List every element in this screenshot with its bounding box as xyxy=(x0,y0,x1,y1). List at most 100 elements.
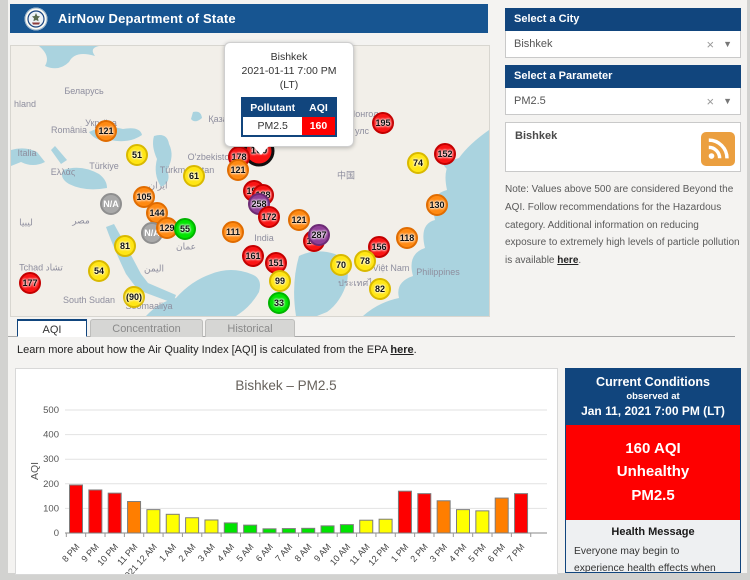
chart-bar[interactable] xyxy=(457,510,470,533)
map-marker[interactable]: 195 xyxy=(372,112,394,134)
popup-table: Pollutant AQI PM2.5 160 xyxy=(241,97,337,137)
x-tick-label: 6 PM xyxy=(486,542,507,564)
x-tick-label: 10 PM xyxy=(95,542,120,568)
chart-bar[interactable] xyxy=(282,529,295,533)
popup-aqi-value: 160 xyxy=(302,117,336,136)
parameter-select[interactable]: PM2.5 × ▼ xyxy=(505,88,741,115)
popup-tail xyxy=(253,146,269,155)
city-select-widget: Select a City Bishkek × ▼ xyxy=(505,8,741,58)
x-tick-label: 7 PM xyxy=(505,542,526,564)
map-marker[interactable]: N/A xyxy=(100,193,122,215)
tab-concentration[interactable]: Concentration xyxy=(90,319,203,337)
map-marker[interactable]: 55 xyxy=(174,218,196,240)
map-marker[interactable]: 81 xyxy=(114,235,136,257)
x-tick-label: 8 AM xyxy=(293,542,314,564)
map-marker[interactable]: 287 xyxy=(308,224,330,246)
y-tick-label: 0 xyxy=(54,528,59,539)
observation-datetime: Jan 11, 2021 7:00 PM (LT) xyxy=(568,404,738,418)
chart-bar[interactable] xyxy=(495,498,508,533)
x-tick-label: 1 PM xyxy=(389,542,410,564)
rss-glyph xyxy=(705,136,731,162)
map-marker[interactable]: 78 xyxy=(354,250,376,272)
popup-city: Bishkek xyxy=(225,50,353,64)
map-marker[interactable]: 99 xyxy=(269,270,291,292)
x-tick-label: 3 AM xyxy=(196,542,217,564)
map-marker[interactable]: 74 xyxy=(407,152,429,174)
map-marker[interactable]: 51 xyxy=(126,144,148,166)
chart-bar[interactable] xyxy=(321,526,334,533)
map-marker[interactable]: 172 xyxy=(258,206,280,228)
chart-bar[interactable] xyxy=(263,529,276,533)
city-select[interactable]: Bishkek × ▼ xyxy=(505,31,741,58)
map-marker[interactable]: 177 xyxy=(19,272,41,294)
note-text: Note: Values above 500 are considered Be… xyxy=(505,181,742,270)
note-here-link[interactable]: here xyxy=(557,255,578,266)
x-tick-label: 4 PM xyxy=(447,542,468,564)
chart-bar[interactable] xyxy=(360,520,373,533)
chart-bar[interactable] xyxy=(147,510,160,533)
chart-bar[interactable] xyxy=(302,528,315,533)
clear-icon[interactable]: × xyxy=(706,94,714,109)
current-conditions-title: Current Conditions xyxy=(568,375,738,389)
map-marker[interactable]: 118 xyxy=(396,227,418,249)
aqi-bar-chart: 01002003004005008 PM9 PM10 PM11 PMJan 11… xyxy=(16,369,557,574)
chart-bar[interactable] xyxy=(128,502,141,533)
map-marker[interactable]: (90) xyxy=(123,286,145,308)
map-marker[interactable]: 33 xyxy=(268,292,290,314)
rss-feed-box: Bishkek xyxy=(505,122,741,172)
map-marker[interactable]: 121 xyxy=(95,120,117,142)
map-marker[interactable]: 130 xyxy=(426,194,448,216)
chart-bar[interactable] xyxy=(166,514,179,533)
popup-col-pollutant: Pollutant xyxy=(242,98,302,117)
city-select-label: Select a City xyxy=(505,8,741,31)
aqi-category: Unhealthy xyxy=(566,460,740,483)
map-marker[interactable]: 111 xyxy=(222,221,244,243)
observed-at-label: observed at xyxy=(568,391,738,402)
chart-bar[interactable] xyxy=(515,494,528,533)
chart-bar[interactable] xyxy=(224,523,237,533)
x-tick-label: 8 PM xyxy=(60,542,81,564)
aqi-status-block: 160 AQI Unhealthy PM2.5 xyxy=(566,425,740,520)
rss-icon[interactable] xyxy=(701,132,735,166)
note-body: Note: Values above 500 are considered Be… xyxy=(505,184,740,266)
aqi-chart: 01002003004005008 PM9 PM10 PM11 PMJan 11… xyxy=(15,368,558,575)
chart-bar[interactable] xyxy=(89,490,102,533)
chart-bar[interactable] xyxy=(398,491,411,533)
chevron-down-icon[interactable]: ▼ xyxy=(723,39,732,49)
map-marker[interactable]: 54 xyxy=(88,260,110,282)
tab-historical[interactable]: Historical xyxy=(205,319,295,337)
tab-aqi[interactable]: AQI xyxy=(17,319,87,337)
learn-more-body: Learn more about how the Air Quality Ind… xyxy=(17,344,390,356)
x-tick-label: 12 PM xyxy=(366,542,391,568)
map-marker[interactable]: 61 xyxy=(183,165,205,187)
chart-bar[interactable] xyxy=(476,511,489,533)
map-marker[interactable]: 82 xyxy=(369,278,391,300)
map-marker[interactable]: 121 xyxy=(227,159,249,181)
y-tick-label: 400 xyxy=(43,430,59,441)
current-conditions-header: Current Conditions observed at Jan 11, 2… xyxy=(566,369,740,425)
health-message-body: Everyone may begin to experience health … xyxy=(574,543,732,573)
map-marker[interactable]: 152 xyxy=(434,143,456,165)
chart-bar[interactable] xyxy=(379,519,392,533)
chart-bar[interactable] xyxy=(205,520,218,533)
chart-bar[interactable] xyxy=(340,525,353,533)
chart-bar[interactable] xyxy=(418,494,431,533)
rss-city-label: Bishkek xyxy=(515,130,557,142)
map-marker[interactable]: 121 xyxy=(288,209,310,231)
popup-datetime: 2021-01-11 7:00 PM xyxy=(225,64,353,78)
app-header: AirNow Department of State xyxy=(10,4,488,33)
map-marker[interactable]: 161 xyxy=(242,245,264,267)
learn-more-link[interactable]: here xyxy=(390,344,413,356)
clear-icon[interactable]: × xyxy=(706,37,714,52)
parameter-select-widget: Select a Parameter PM2.5 × ▼ xyxy=(505,65,741,115)
chart-bar[interactable] xyxy=(186,518,199,533)
map-marker[interactable]: 70 xyxy=(330,254,352,276)
x-tick-label: 5 PM xyxy=(466,542,487,564)
x-tick-label: 2 AM xyxy=(176,542,197,564)
chevron-down-icon[interactable]: ▼ xyxy=(723,96,732,106)
chart-bar[interactable] xyxy=(437,501,450,533)
chart-bar[interactable] xyxy=(70,485,83,533)
chart-bar[interactable] xyxy=(244,525,257,533)
health-message-section: Health Message Everyone may begin to exp… xyxy=(566,520,740,573)
chart-bar[interactable] xyxy=(108,493,121,533)
